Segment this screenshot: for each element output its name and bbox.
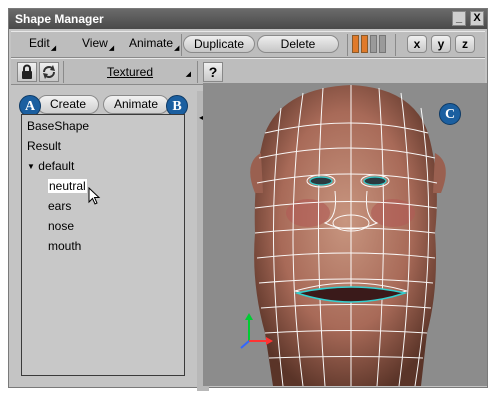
tree-item-mouth[interactable]: mouth (48, 239, 81, 253)
z-axis-button[interactable]: z (455, 35, 475, 53)
tree-item-ears[interactable]: ears (48, 199, 71, 213)
toolbar-separator (197, 61, 198, 83)
shape-manager-window: Shape Manager _ X Edit◢ View◢ Animate◢ D… (8, 8, 488, 391)
duplicate-button[interactable]: Duplicate (183, 35, 255, 53)
tab-animate[interactable]: Animate (103, 95, 169, 114)
edit-menu[interactable]: Edit◢ (29, 36, 57, 52)
expand-arrow-icon[interactable]: ▼ (27, 162, 35, 171)
tree-item-nose[interactable]: nose (48, 219, 74, 233)
view-menu-label: View (82, 36, 108, 50)
animate-menu[interactable]: Animate◢ (129, 36, 180, 52)
display-mode-value: Textured (107, 65, 154, 79)
y-axis-button[interactable]: y (431, 35, 451, 53)
color-swatch-gray-2[interactable] (379, 35, 386, 53)
animate-menu-label: Animate (129, 36, 174, 50)
tree-item-neutral[interactable]: neutral (48, 179, 87, 193)
tree-item-default[interactable]: ▼ default (27, 159, 74, 173)
dropdown-arrow-icon: ◢ (108, 45, 115, 52)
callout-c: C (439, 103, 461, 125)
delete-button[interactable]: Delete (257, 35, 339, 53)
lock-button[interactable] (17, 62, 37, 82)
shape-tree: BaseShape Result ▼ default neutral ears … (21, 114, 185, 376)
toolbar-separator (63, 61, 64, 83)
view-toolbar: Textured ◢ ? (11, 58, 485, 85)
mouse-cursor-icon (88, 187, 101, 205)
dropdown-arrow-icon: ◢ (174, 45, 180, 52)
window-title: Shape Manager (15, 12, 104, 26)
toolbar-separator (181, 34, 182, 56)
edit-menu-label: Edit (29, 36, 50, 50)
toolbar-separator (347, 34, 348, 56)
tree-item-result[interactable]: Result (27, 139, 61, 153)
color-swatch-orange-2[interactable] (361, 35, 368, 53)
tab-create[interactable]: Create (37, 95, 99, 114)
x-axis-button[interactable]: x (407, 35, 427, 53)
toolbar-separator (395, 34, 396, 56)
refresh-icon (43, 65, 55, 79)
close-button[interactable]: X (470, 11, 484, 26)
minimize-button[interactable]: _ (452, 11, 466, 26)
lock-icon (22, 64, 32, 79)
3d-viewport[interactable] (203, 83, 487, 386)
tree-item-baseshape[interactable]: BaseShape (27, 119, 89, 133)
color-swatch-orange-1[interactable] (352, 35, 359, 53)
display-mode-dropdown[interactable]: Textured ◢ (71, 62, 193, 82)
refresh-button[interactable] (39, 62, 59, 82)
tree-item-default-label: default (38, 159, 75, 173)
view-menu[interactable]: View◢ (82, 36, 115, 52)
help-button[interactable]: ? (203, 62, 223, 82)
dropdown-arrow-icon: ◢ (50, 45, 57, 52)
axis-gizmo-icon (240, 313, 273, 349)
title-bar[interactable]: Shape Manager _ X (9, 9, 487, 29)
main-toolbar: Edit◢ View◢ Animate◢ Duplicate Delete x … (11, 31, 485, 58)
dropdown-arrow-icon: ◢ (185, 71, 191, 78)
color-swatch-gray-1[interactable] (370, 35, 377, 53)
